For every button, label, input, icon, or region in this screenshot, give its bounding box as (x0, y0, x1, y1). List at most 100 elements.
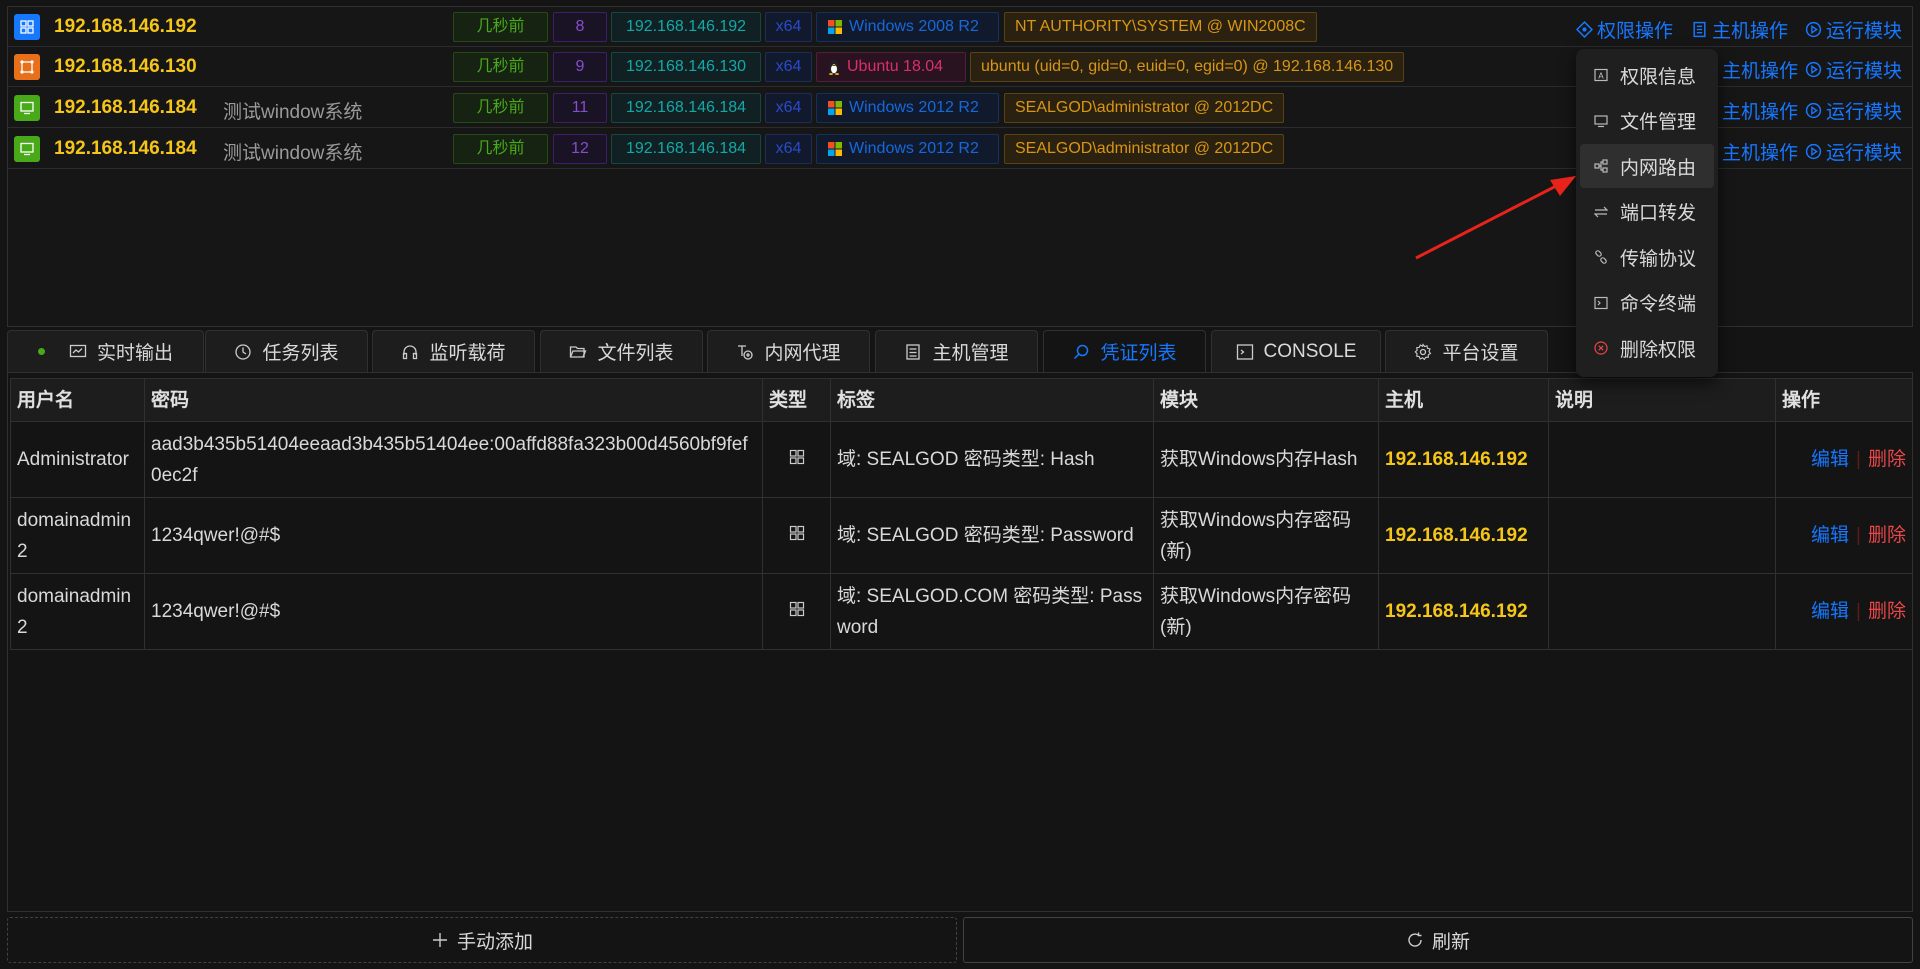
tab-file-list[interactable]: 文件列表 (540, 330, 703, 372)
run-module-button[interactable]: 运行模块 (1805, 138, 1902, 165)
session-id-tag: 11 (553, 93, 607, 123)
manual-add-label: 手动添加 (456, 931, 533, 953)
delete-link[interactable]: 删除 (1868, 525, 1906, 546)
table-row[interactable]: domainadmin2 1234qwer!@#$ 域: SEALGOD.COM… (10, 573, 1913, 650)
file-text-icon (1693, 21, 1706, 38)
menu-item-delete-privilege[interactable]: 删除权限 (1580, 326, 1714, 370)
column-header[interactable]: 模块 (1153, 378, 1379, 422)
cell-tag: 域: SEALGOD 密码类型: Password (830, 497, 1154, 574)
run-module-button[interactable]: 运行模块 (1805, 16, 1902, 43)
session-ip: 192.168.146.130 (54, 56, 197, 77)
host-ops-button[interactable]: 主机操作 (1722, 56, 1798, 83)
network-route-icon (1594, 159, 1608, 173)
cell-username: domainadmin2 (10, 497, 145, 574)
refresh-label: 刷新 (1431, 931, 1470, 953)
session-id-tag: 8 (553, 12, 607, 42)
aim-icon (1576, 21, 1593, 38)
session-ip: 192.168.146.192 (54, 16, 197, 37)
play-circle-icon (1805, 143, 1822, 160)
cell-type (762, 497, 831, 574)
action-divider: | (1856, 601, 1861, 622)
column-header[interactable]: 标签 (830, 378, 1154, 422)
column-header[interactable]: 操作 (1775, 378, 1913, 422)
cell-type (762, 573, 831, 650)
edit-link[interactable]: 编辑 (1811, 525, 1849, 546)
run-module-label: 运行模块 (1826, 143, 1903, 164)
link-icon (1595, 250, 1607, 264)
tab-task-list[interactable]: 任务列表 (205, 330, 368, 372)
headset-icon (403, 344, 418, 359)
play-circle-icon (1805, 102, 1822, 119)
search-key-icon (1074, 344, 1089, 359)
menu-item-file-manage[interactable]: 文件管理 (1580, 99, 1714, 143)
session-internal-ip-tag: 192.168.146.130 (611, 52, 761, 82)
host-ops-button[interactable]: 主机操作 (1691, 16, 1788, 43)
desktop-session-icon (14, 95, 40, 121)
credentials-table-panel: 用户名 密码 类型 标签 模块 主机 说明 操作 Administrator a… (7, 372, 1913, 912)
code-icon (1236, 343, 1253, 360)
edit-link[interactable]: 编辑 (1811, 601, 1849, 622)
manual-add-button[interactable]: 手动添加 (7, 917, 957, 963)
linux-session-icon (14, 54, 40, 80)
column-header[interactable]: 用户名 (10, 378, 145, 422)
tab-platform-settings[interactable]: 平台设置 (1385, 330, 1548, 372)
tab-credential-list[interactable]: 凭证列表 (1043, 330, 1206, 372)
tab-console[interactable]: CONSOLE (1211, 330, 1381, 372)
cell-actions: 编辑 | 删除 (1775, 573, 1913, 650)
edit-link[interactable]: 编辑 (1811, 449, 1849, 470)
menu-item-network-route[interactable]: 内网路由 (1580, 144, 1714, 188)
run-module-button[interactable]: 运行模块 (1805, 56, 1902, 83)
run-module-label: 运行模块 (1826, 21, 1903, 42)
live-status-dot (37, 348, 45, 355)
privilege-ops-button[interactable]: 权限操作 (1576, 16, 1673, 43)
table-row[interactable]: Administrator aad3b435b51404eeaad3b435b5… (10, 421, 1913, 498)
cell-desc (1548, 573, 1776, 650)
desktop-session-icon (14, 136, 40, 162)
run-module-button[interactable]: 运行模块 (1805, 97, 1902, 124)
session-row[interactable]: 192.168.146.192 几秒前 8 192.168.146.192 x6… (8, 7, 1912, 47)
tab-listener-payload[interactable]: 监听载荷 (372, 330, 535, 372)
tab-label: 凭证列表 (1100, 343, 1177, 364)
linux-penguin-icon (829, 60, 839, 75)
session-time-tag: 几秒前 (453, 93, 548, 123)
tab-host-management[interactable]: 主机管理 (875, 330, 1038, 372)
refresh-button[interactable]: 刷新 (963, 917, 1913, 963)
terminal-icon (1594, 296, 1608, 309)
column-header[interactable]: 类型 (762, 378, 831, 422)
session-arch-tag: x64 (765, 12, 812, 42)
column-header[interactable]: 主机 (1378, 378, 1549, 422)
session-id-tag: 9 (553, 52, 607, 82)
session-os-label: Windows 2012 R2 (849, 140, 979, 157)
tab-realtime-output[interactable]: 实时输出 (7, 330, 204, 372)
session-user-tag: NT AUTHORITY\SYSTEM @ WIN2008C (1004, 12, 1317, 42)
session-arch-tag: x64 (765, 52, 812, 82)
windows-logo-icon (828, 20, 842, 34)
menu-item-transport-protocol[interactable]: 传输协议 (1580, 235, 1714, 279)
column-header[interactable]: 说明 (1548, 378, 1776, 422)
delete-link[interactable]: 删除 (1868, 449, 1906, 470)
menu-item-privilege-info[interactable]: A 权限信息 (1580, 53, 1714, 97)
cell-desc (1548, 497, 1776, 574)
tab-intranet-proxy[interactable]: 内网代理 (707, 330, 870, 372)
info-card-icon: A (1594, 68, 1608, 82)
cell-tag: 域: SEALGOD 密码类型: Hash (830, 421, 1154, 498)
host-ops-button[interactable]: 主机操作 (1722, 138, 1798, 165)
menu-item-command-terminal[interactable]: 命令终端 (1580, 281, 1714, 325)
session-internal-ip-tag: 192.168.146.184 (611, 134, 761, 164)
delete-link[interactable]: 删除 (1868, 601, 1906, 622)
session-os-label: Windows 2012 R2 (849, 99, 979, 116)
menu-item-port-forward[interactable]: 端口转发 (1580, 190, 1714, 234)
column-header[interactable]: 密码 (144, 378, 763, 422)
session-ip: 192.168.146.184 (54, 138, 197, 159)
gear-icon (1414, 342, 1432, 360)
run-module-label: 运行模块 (1826, 61, 1903, 82)
annotation-arrow (1415, 176, 1576, 260)
action-divider: | (1856, 525, 1861, 546)
menu-item-label: 内网路由 (1620, 157, 1697, 179)
tab-label: 任务列表 (262, 343, 339, 364)
session-internal-ip-tag: 192.168.146.184 (611, 93, 761, 123)
host-ops-button[interactable]: 主机操作 (1722, 97, 1798, 124)
table-row[interactable]: domainadmin2 1234qwer!@#$ 域: SEALGOD 密码类… (10, 497, 1913, 574)
cell-password: 1234qwer!@#$ (144, 497, 763, 574)
session-os-tag: Windows 2008 R2 (816, 12, 999, 42)
